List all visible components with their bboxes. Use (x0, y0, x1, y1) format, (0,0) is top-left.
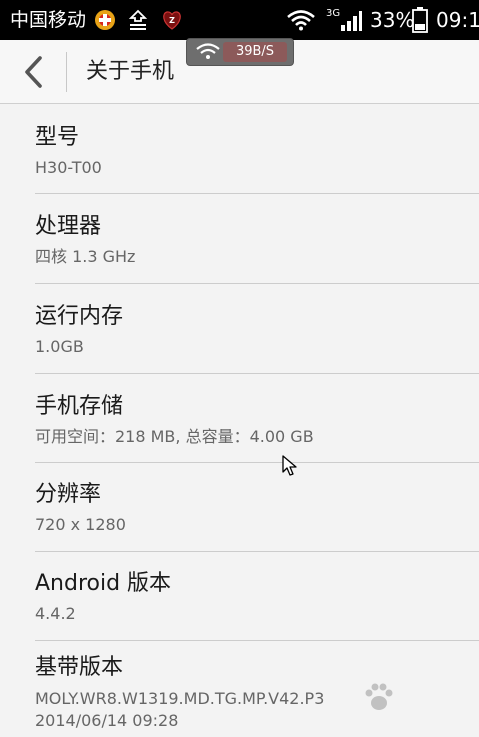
list-item-value: 四核 1.3 GHz (35, 247, 136, 266)
list-item-label: 型号 (35, 125, 80, 150)
list-item-ram[interactable]: 运行内存 1.0GB (0, 284, 479, 374)
list-item-label: 分辨率 (35, 482, 102, 507)
battery-percent: 33% (370, 8, 415, 32)
list-item-label: 处理器 (35, 214, 102, 239)
network-speed-value: 39B/S (223, 42, 287, 62)
page-title: 关于手机 (86, 59, 175, 84)
status-bar: 中国移动 Z 3G 33% 09:1 (0, 0, 479, 40)
notification-app-icon (95, 10, 115, 30)
heart-notification-icon: Z (163, 11, 181, 30)
carrier-label: 中国移动 (10, 9, 87, 31)
list-item-model[interactable]: 型号 H30-T00 (0, 105, 479, 195)
list-item-label: 基带版本 (35, 655, 124, 680)
action-bar-divider (66, 52, 67, 92)
list-item-value: 4.4.2 (35, 604, 76, 623)
list-item-label: Android 版本 (35, 571, 172, 596)
list-item-value: 1.0GB (35, 337, 84, 356)
network-speed-indicator: 39B/S (186, 38, 294, 66)
list-item-resolution[interactable]: 分辨率 720 x 1280 (0, 463, 479, 553)
wifi-icon (196, 43, 220, 59)
list-item-android-version[interactable]: Android 版本 4.4.2 (0, 552, 479, 642)
mouse-cursor-icon (282, 455, 297, 476)
list-item-label: 运行内存 (35, 304, 124, 329)
list-item-value: 720 x 1280 (35, 515, 126, 534)
network-type-label: 3G (326, 8, 341, 19)
back-button[interactable] (18, 54, 52, 90)
list-item-value-secondary: 2014/06/14 09:28 (35, 711, 179, 730)
status-clock: 09:1 (436, 8, 479, 32)
list-item-value: H30-T00 (35, 158, 102, 177)
list-item-processor[interactable]: 处理器 四核 1.3 GHz (0, 194, 479, 284)
list-item-value: 可用空间：218 MB, 总容量：4.00 GB (35, 427, 314, 446)
usb-connected-icon (128, 9, 148, 30)
wifi-icon (287, 10, 315, 31)
watermark (363, 680, 473, 720)
svg-text:Z: Z (169, 16, 175, 25)
paw-watermark-icon (365, 683, 393, 710)
list-item-storage[interactable]: 手机存储 可用空间：218 MB, 总容量：4.00 GB (0, 373, 479, 463)
list-item-value: MOLY.WR8.W1319.MD.TG.MP.V42.P3 (35, 689, 325, 708)
list-item-label: 手机存储 (35, 394, 124, 419)
signal-strength-icon (341, 11, 362, 31)
battery-icon (412, 7, 428, 33)
